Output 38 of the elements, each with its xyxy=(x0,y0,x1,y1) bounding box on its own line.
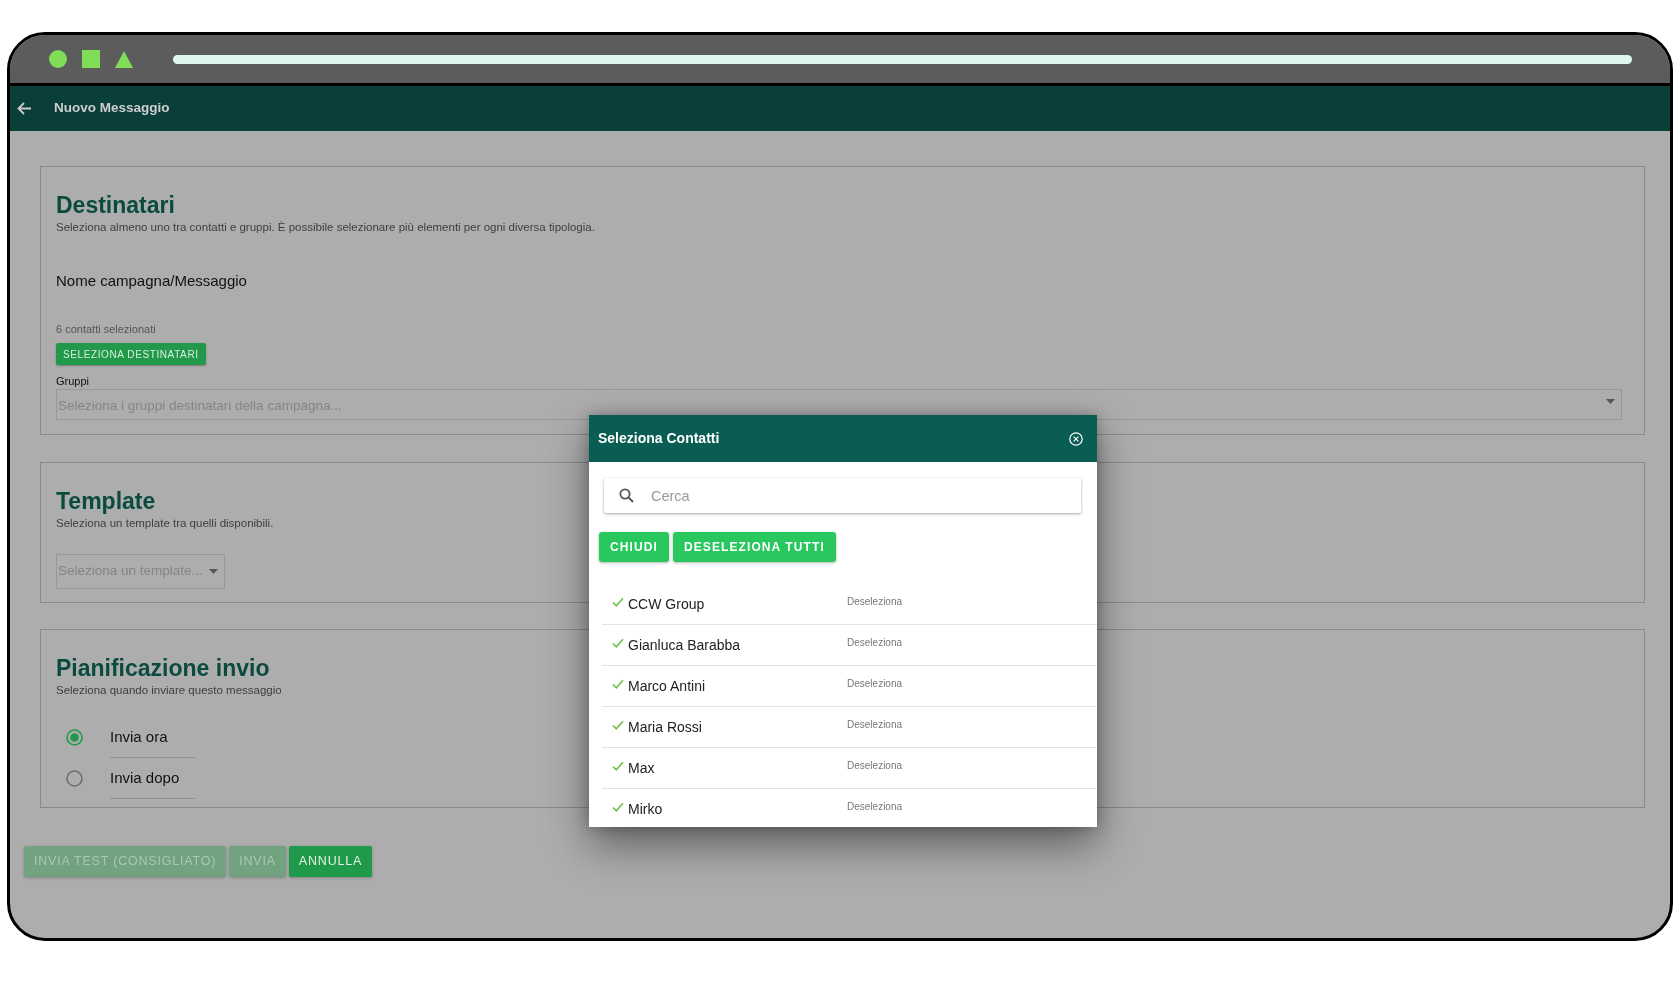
section-description: Seleziona almeno uno tra contatti e gruppi. È possibile selezionare più elementi per ogni diversa tipologia. xyxy=(56,220,595,234)
section-title: Pianificazione invio xyxy=(56,654,270,682)
section-description: Seleziona un template tra quelli disponibili. xyxy=(56,516,274,530)
contact-name: Gianluca Barabba xyxy=(628,637,741,653)
close-icon[interactable] xyxy=(1069,431,1083,446)
search-field[interactable]: Cerca xyxy=(604,478,1081,513)
deselect-link[interactable]: Deseleziona xyxy=(847,758,903,773)
deselect-link[interactable]: Deseleziona xyxy=(847,676,903,691)
contact-name: Marco Antini xyxy=(628,678,706,694)
back-arrow-icon[interactable] xyxy=(17,102,32,115)
selected-count: 6 contatti selezionati xyxy=(56,322,156,336)
triangle-icon xyxy=(115,50,133,68)
search-icon xyxy=(619,488,634,503)
select-recipients-button[interactable]: SELEZIONA DESTINATARI xyxy=(56,343,206,365)
contact-name: CCW Group xyxy=(628,596,705,612)
radio-label[interactable]: Invia ora xyxy=(110,717,195,758)
section-description: Seleziona quando inviare questo messaggio xyxy=(56,683,282,697)
circle-icon xyxy=(49,50,67,68)
section-title: Template xyxy=(56,487,156,515)
field-label: Gruppi xyxy=(56,374,90,388)
radio-button[interactable] xyxy=(66,770,83,787)
deselect-link[interactable]: Deseleziona xyxy=(847,799,903,814)
action-button[interactable]: ANNULLA xyxy=(288,846,373,877)
caret-icon xyxy=(208,569,218,574)
dialog-title: Seleziona Contatti xyxy=(598,429,720,448)
page-title: Nuovo Messaggio xyxy=(54,99,170,118)
contact-name: Max xyxy=(628,760,655,776)
deselect-link[interactable]: Deseleziona xyxy=(847,635,903,650)
contact-name: Maria Rossi xyxy=(628,719,702,735)
section-title: Destinatari xyxy=(56,191,175,219)
deselect-link[interactable]: Deseleziona xyxy=(847,717,903,732)
contact-name: Mirko xyxy=(628,801,663,817)
caret-icon xyxy=(1606,399,1615,404)
deselect-link[interactable]: Deseleziona xyxy=(847,594,903,609)
square-icon xyxy=(82,50,100,68)
radio-button[interactable] xyxy=(66,729,83,746)
radio-label[interactable]: Invia dopo xyxy=(110,758,195,799)
field-label: Nome campagna/Messaggio xyxy=(56,272,247,290)
